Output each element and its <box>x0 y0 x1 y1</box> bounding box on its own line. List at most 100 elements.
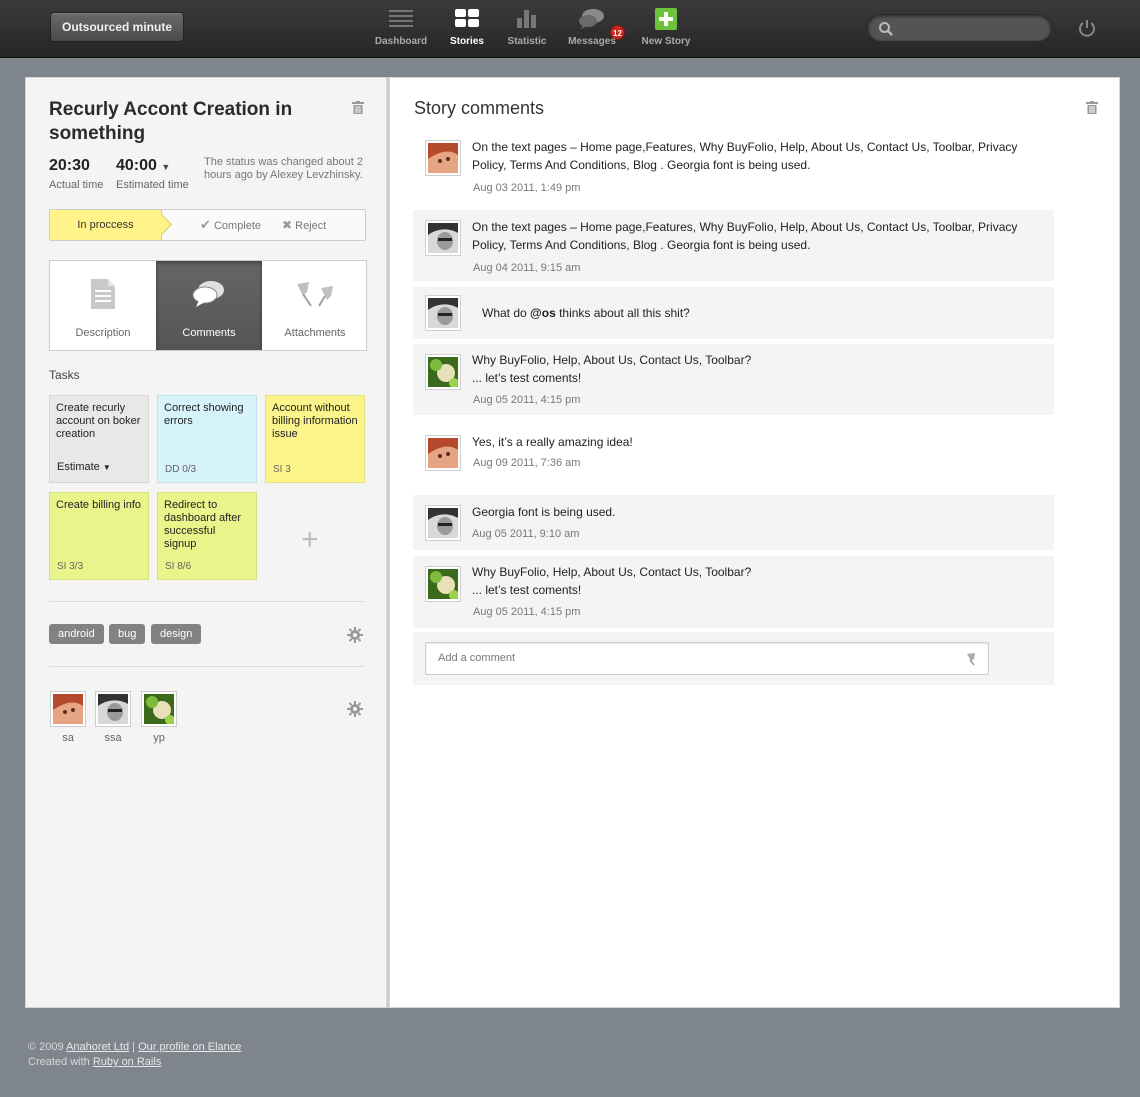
nav-dashboard[interactable]: Dashboard <box>370 8 432 50</box>
avatar <box>425 435 461 471</box>
estimate-label: Estimate <box>57 461 100 473</box>
nav-label: Dashboard <box>374 36 428 47</box>
comment-date: Aug 05 2011, 4:15 pm <box>473 394 581 406</box>
avatar <box>425 354 461 390</box>
comment-line: Why BuyFolio, Help, About Us, Contact Us… <box>472 565 752 579</box>
comment-item: On the text pages – Home page,Features, … <box>413 130 1054 200</box>
actual-time-value: 20:30 <box>49 157 90 174</box>
pushpin-icon[interactable] <box>964 652 978 666</box>
comment-text-part: What do <box>482 306 531 320</box>
avatar <box>425 566 461 602</box>
task-card[interactable]: Correct showing errors DD 0/3 <box>157 395 257 483</box>
task-meta: SI 3/3 <box>57 561 84 572</box>
nav-label: Statistic <box>507 36 547 47</box>
comment-text: Georgia font is being used. <box>472 505 616 519</box>
task-title: Account without billing information issu… <box>272 402 358 440</box>
task-card[interactable]: Account without billing information issu… <box>265 395 365 483</box>
tag[interactable]: design <box>151 624 202 644</box>
task-meta: DD 0/3 <box>165 464 197 475</box>
comment-item: Why BuyFolio, Help, About Us, Contact Us… <box>413 556 1054 628</box>
divider <box>49 666 364 667</box>
status-in-process[interactable]: In proccess <box>50 210 162 240</box>
comment-text: Yes, it’s a really amazing idea! <box>472 435 633 449</box>
status-complete-label: Complete <box>213 220 262 232</box>
task-title: Create billing info <box>56 499 141 511</box>
close-icon: ✖ <box>282 218 293 232</box>
add-comment-field[interactable] <box>425 642 989 675</box>
brand-button[interactable]: Outsourced minute <box>50 12 184 42</box>
messages-icon <box>579 9 604 29</box>
rails-link[interactable]: Ruby on Rails <box>93 1056 161 1068</box>
tag[interactable]: bug <box>109 624 146 644</box>
task-card[interactable]: Create recurly account on boker creation… <box>49 395 149 483</box>
tasks-heading: Tasks <box>49 368 80 382</box>
status-complete[interactable]: ✔ Complete <box>200 210 261 240</box>
comment-date: Aug 04 2011, 9:15 am <box>473 262 581 274</box>
tab-attachments[interactable]: Attachments <box>262 261 368 350</box>
story-details-panel: Recurly Accont Creation in something 20:… <box>25 77 387 1008</box>
comment-item: What do @os thinks about all this shit? <box>413 287 1054 339</box>
tag[interactable]: android <box>49 624 104 644</box>
elance-profile-link[interactable]: Our profile on Elance <box>138 1041 241 1053</box>
gear-icon[interactable] <box>347 627 363 643</box>
nav-messages[interactable]: 12 Messages <box>562 8 625 50</box>
comments-panel: Story comments On the text pages – Home … <box>389 77 1120 1008</box>
stories-icon <box>455 9 479 27</box>
pushpin-icon <box>297 282 333 307</box>
story-tabs: Description Comments Attachments <box>49 260 367 351</box>
task-meta: SI 8/6 <box>165 561 192 572</box>
avatar <box>425 295 461 331</box>
power-icon[interactable] <box>1078 19 1096 37</box>
tab-label: Comments <box>182 327 236 339</box>
task-title: Create recurly account on boker creation <box>56 402 141 440</box>
tab-label: Attachments <box>284 327 346 339</box>
add-task-button[interactable]: + <box>301 523 319 557</box>
gear-icon[interactable] <box>347 701 363 717</box>
comment-text: On the text pages – Home page,Features, … <box>472 140 1018 172</box>
comment-date: Aug 09 2011, 7:36 am <box>473 457 581 469</box>
comments-title: Story comments <box>414 98 545 118</box>
comment-line: ... let’s test coments! <box>472 583 582 597</box>
avatar <box>425 140 461 176</box>
nav-label: Stories <box>450 36 484 47</box>
comment-line: Why BuyFolio, Help, About Us, Contact Us… <box>472 353 752 367</box>
nav-statistic[interactable]: Statistic <box>500 8 554 50</box>
tab-description[interactable]: Description <box>50 261 156 350</box>
status-reject[interactable]: ✖ Reject <box>282 210 326 240</box>
avatar <box>425 505 461 541</box>
comment-date: Aug 05 2011, 9:10 am <box>472 528 580 540</box>
status-selector: In proccess ✔ Complete ✖ Reject <box>49 209 366 241</box>
task-title: Correct showing errors <box>164 402 244 427</box>
search-input[interactable] <box>867 14 1052 42</box>
member-name: yp <box>153 732 165 744</box>
trash-icon[interactable] <box>352 101 364 114</box>
chevron-down-icon: ▼ <box>161 162 171 172</box>
member-avatar[interactable]: ssa <box>95 691 131 744</box>
avatar <box>141 691 177 727</box>
member-avatar[interactable]: yp <box>141 691 177 744</box>
avatar <box>425 220 461 256</box>
comment-line: ... let’s test coments! <box>472 371 582 385</box>
comment-text: What do @os thinks about all this shit? <box>482 304 1042 322</box>
nav-new-story[interactable]: New Story <box>636 8 696 50</box>
company-link[interactable]: Anahoret Ltd <box>66 1041 129 1053</box>
footer-separator: | <box>132 1041 136 1053</box>
member-name: ssa <box>104 732 122 744</box>
trash-icon[interactable] <box>1086 101 1098 114</box>
dashboard-icon <box>389 10 413 27</box>
nav-stories[interactable]: Stories <box>440 8 494 50</box>
status-note: The status was changed about 2 hours ago… <box>204 156 363 181</box>
mention[interactable]: @os <box>530 306 556 320</box>
tab-comments[interactable]: Comments <box>156 261 262 350</box>
estimated-time-dropdown[interactable]: 40:00 ▼ <box>116 157 170 175</box>
story-title: Recurly Accont Creation in something <box>49 99 293 144</box>
estimate-dropdown[interactable]: Estimate ▼ <box>57 461 111 474</box>
task-card[interactable]: Create billing info SI 3/3 <box>49 492 149 580</box>
comment-text-part: thinks about all this shit? <box>555 306 690 320</box>
task-card[interactable]: Redirect to dashboard after successful s… <box>157 492 257 580</box>
add-comment-input[interactable] <box>438 652 938 664</box>
avatar <box>50 691 86 727</box>
member-avatar[interactable]: sa <box>50 691 86 744</box>
task-meta: SI 3 <box>273 464 291 475</box>
new-story-icon <box>655 8 677 30</box>
